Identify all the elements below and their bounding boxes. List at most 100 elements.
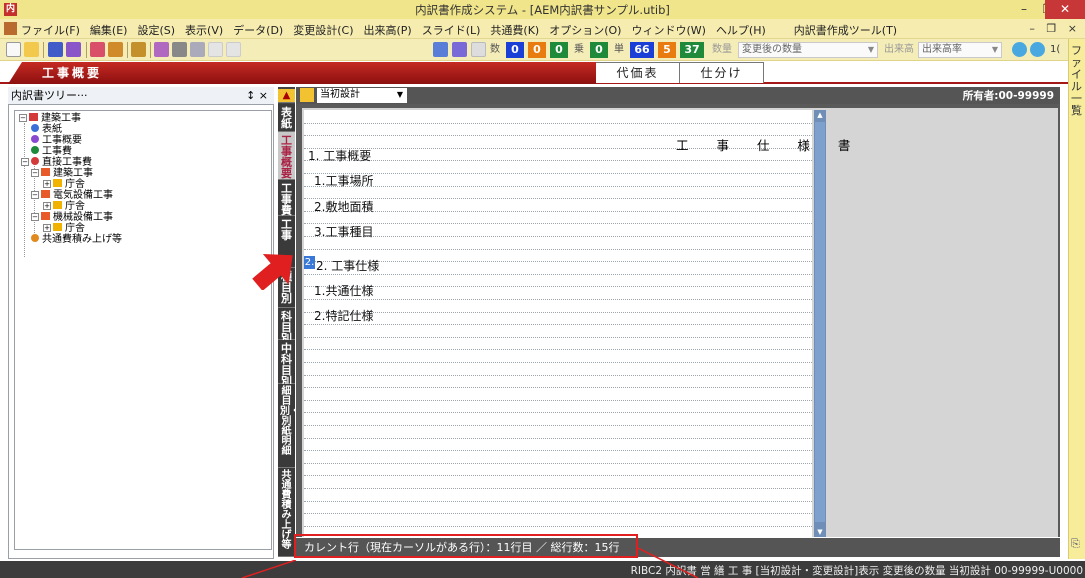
close-button[interactable]: ✕ (1045, 0, 1085, 19)
lock-icon[interactable] (300, 88, 314, 102)
ruled-line (304, 198, 812, 200)
count-label-mult: 乗 (574, 44, 584, 55)
chevron-down-icon: ▼ (991, 45, 998, 54)
doc-line-types[interactable]: 3.工事種目 (314, 223, 373, 240)
save-as-icon[interactable] (66, 42, 81, 57)
design-select[interactable]: 当初設計 ▼ (317, 88, 407, 103)
toolbar: 数 0 0 0 乗 0 単 66 5 37 数量 変更後の数量 ▼ 出来高 出来高… (0, 39, 1085, 61)
print-icon[interactable] (172, 42, 187, 57)
chapter-tab-overview[interactable]: 工事概要 (278, 132, 295, 180)
menu-options[interactable]: オプション(O) (549, 22, 621, 38)
vertical-scrollbar[interactable]: ▲ ▼ (814, 110, 826, 537)
highlight-box (294, 534, 638, 558)
progress-combo[interactable]: 出来高率 ▼ (918, 42, 1002, 58)
menu-help[interactable]: ヘルプ(H) (716, 22, 766, 38)
grid-icon[interactable] (471, 42, 486, 57)
ruled-lines (304, 110, 812, 537)
menu-view[interactable]: 表示(V) (185, 22, 223, 38)
document-icon[interactable] (4, 22, 17, 35)
toolbar-separator (127, 42, 128, 58)
ruled-line (304, 299, 812, 300)
chapter-tab-common[interactable]: 共通費積み上げ等 (278, 468, 295, 557)
menu-bar: ファイル(F) 編集(E) 設定(S) 表示(V) データ(D) 変更設計(C)… (0, 19, 1085, 39)
tree-node-office-1[interactable]: + 庁舎 (43, 179, 85, 190)
user-icon[interactable] (108, 42, 123, 57)
annotation-arrow-icon (252, 254, 293, 290)
doc-line-special-spec[interactable]: 2.特記仕様 (314, 307, 373, 324)
document-toolbar: 当初設計 ▼ 所有者:00-99999 (296, 87, 1060, 104)
ruled-line (304, 122, 812, 124)
qty-combo[interactable]: 変更後の数量 ▼ (738, 42, 878, 58)
file-list-strip[interactable]: ファイル一覧 ⎘ (1068, 39, 1085, 559)
chapter-tab-subject[interactable]: 科目別 (278, 308, 295, 344)
settings-icon[interactable] (452, 42, 467, 57)
tab-price-table[interactable]: 代価表 (596, 62, 680, 83)
doc-line-common-spec[interactable]: 1.共通仕様 (314, 282, 373, 299)
tree-node-direct-cost[interactable]: − 直接工事費 (21, 157, 92, 168)
count-qty-orange: 0 (528, 42, 546, 58)
tree-node-overview[interactable]: 工事概要 (31, 135, 82, 146)
tab-project-overview[interactable]: 工事概要 (8, 62, 596, 84)
tree-panel-controls[interactable]: ↕ × (246, 87, 268, 104)
doc-line-area[interactable]: 2.敷地面積 (314, 198, 373, 215)
tree-node-office-2[interactable]: + 庁舎 (43, 201, 85, 212)
zoom-out-icon[interactable] (1030, 42, 1045, 57)
tree-node-building-works[interactable]: − 建築工事 (31, 168, 93, 179)
title-bar: 内 内訳書作成システム - [AEM内訳書サンプル.utib] – ❐ ✕ (0, 0, 1085, 19)
tree-node-construction-cost[interactable]: 工事費 (31, 146, 72, 157)
menu-window[interactable]: ウィンドウ(W) (631, 22, 705, 38)
open-folder-icon[interactable] (24, 42, 39, 57)
disabled-icon-2 (226, 42, 241, 57)
doc-line-site[interactable]: 1.工事場所 (314, 172, 373, 189)
preview-icon[interactable] (190, 42, 205, 57)
tree-node-building-root[interactable]: − 建築工事 (19, 113, 81, 124)
tree-node-mechanical[interactable]: − 機械設備工事 (31, 212, 113, 223)
key-icon[interactable] (131, 42, 146, 57)
tree-panel-header: 内訳書ツリー··· ↕ × (8, 87, 274, 105)
tree-panel-title: 内訳書ツリー··· (11, 89, 88, 102)
pin-icon[interactable]: ⎘ (1071, 537, 1080, 551)
copy-icon[interactable] (154, 42, 169, 57)
count-unit-blue: 66 (630, 42, 654, 58)
doc-line-overview[interactable]: 1. 工事概要 (308, 147, 371, 164)
menu-progress[interactable]: 出来高(P) (363, 22, 411, 38)
chapter-tab-cover[interactable]: 表紙 (278, 104, 295, 132)
save-icon[interactable] (48, 42, 63, 57)
menu-data[interactable]: データ(D) (233, 22, 283, 38)
cut-icon[interactable] (90, 42, 105, 57)
mdi-controls[interactable]: – ❐ × (1029, 22, 1081, 35)
chevron-down-icon: ▼ (396, 90, 403, 99)
warning-icon[interactable]: ▲ (278, 89, 295, 103)
menu-settings[interactable]: 設定(S) (137, 22, 175, 38)
chapter-tab-mid-subject[interactable]: 中科目別 (278, 340, 295, 387)
status-bar: RIBC2 内訳書 営 繕 工 事 [当初設計・変更設計]表示 変更後の数量 当… (0, 561, 1085, 578)
tree-node-cover[interactable]: 表紙 (31, 124, 62, 135)
menu-file[interactable]: ファイル(F) (21, 22, 80, 38)
menu-common-cost[interactable]: 共通費(K) (490, 22, 539, 38)
link-icon[interactable] (433, 42, 448, 57)
scroll-thumb[interactable] (815, 122, 825, 522)
menu-change-design[interactable]: 変更設計(C) (293, 22, 353, 38)
menu-edit[interactable]: 編集(E) (90, 22, 128, 38)
status-bar-text: RIBC2 内訳書 営 繕 工 事 [当初設計・変更設計]表示 変更後の数量 当… (630, 565, 1083, 577)
menu-tools[interactable]: 内訳書作成ツール(T) (794, 22, 897, 38)
scroll-up-icon[interactable]: ▲ (815, 110, 825, 120)
chevron-down-icon: ▼ (867, 45, 874, 54)
ruled-line (304, 223, 812, 225)
chapter-tab-detail[interactable]: 細目別・別紙明細 (278, 384, 300, 468)
qty-combo-value: 変更後の数量 (742, 44, 802, 55)
zoom-in-icon[interactable] (1012, 42, 1027, 57)
doc-line-spec[interactable]: 2. 工事仕様 (316, 257, 379, 274)
annotation-line (241, 560, 296, 578)
tree-node-common-cost[interactable]: 共通費積み上げ等 (31, 234, 122, 245)
ruled-line (304, 349, 812, 351)
ruled-line (304, 525, 812, 527)
ruled-line (304, 160, 812, 162)
chapter-tab-cost[interactable]: 工事費 (278, 180, 295, 216)
tree-node-electrical[interactable]: − 電気設備工事 (31, 190, 113, 201)
new-file-icon[interactable] (6, 42, 21, 57)
tab-sorting[interactable]: 仕分け (680, 62, 764, 83)
tree-node-office-3[interactable]: + 庁舎 (43, 223, 85, 234)
menu-slide[interactable]: スライド(L) (422, 22, 481, 38)
scroll-down-icon[interactable]: ▼ (815, 527, 825, 537)
